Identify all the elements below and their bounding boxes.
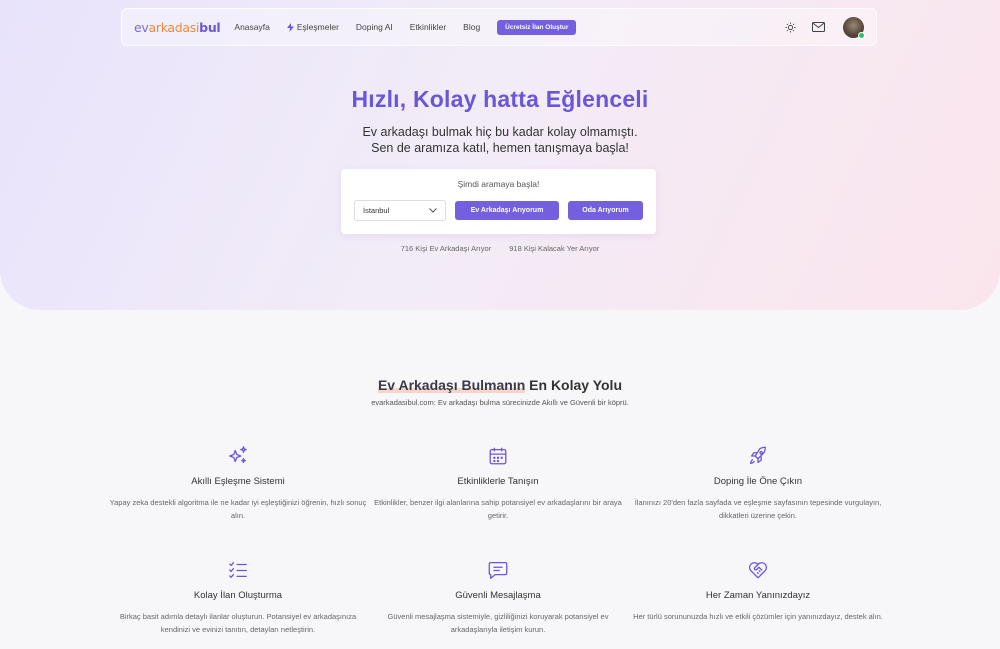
- feature-title: Kolay İlan Oluşturma: [193, 590, 283, 601]
- hero-subtitle: Ev arkadaşı bulmak hiç bu kadar kolay ol…: [0, 124, 1000, 156]
- search-room-button[interactable]: Oda Arıyorum: [568, 201, 643, 220]
- section-subtitle: evarkadasibul.com: Ev arkadaşı bulma sür…: [371, 398, 629, 407]
- message-icon: [368, 558, 628, 582]
- nav-item-label: Etkinlikler: [409, 22, 447, 32]
- online-status-dot: [858, 31, 865, 39]
- feature-desc: Etkinlikler, benzer ilgi alanlarına sahi…: [374, 498, 622, 520]
- feature-title: Doping İle Öne Çıkın: [713, 476, 803, 487]
- create-listing-button[interactable]: Ücretsiz İlan Oluştur: [497, 19, 577, 35]
- section-title: Ev Arkadaşı Bulmanın En Kolay Yolu: [0, 377, 1000, 393]
- section-title-highlight: Ev Arkadaşı Bulmanın: [377, 377, 526, 393]
- feature-card: Kolay İlan Oluşturma Birkaç basit adımla…: [108, 558, 368, 636]
- nav-item-label: Eşleşmeler: [296, 22, 339, 32]
- feature-desc: Her türlü sorununuzda hızlı ve etkili çö…: [633, 612, 883, 621]
- logo[interactable]: evarkadasibul: [134, 19, 221, 35]
- feature-card: Etkinliklerle Tanışın Etkinlikler, benze…: [368, 444, 628, 522]
- city-select-value: İstanbul: [363, 206, 390, 215]
- feature-card: Doping İle Öne Çıkın İlanınızı 20'den fa…: [628, 444, 888, 522]
- feature-desc: Güvenli mesajlaşma sistemiyle, gizliliği…: [387, 612, 609, 634]
- place-count: 918 Kişi Kalacak Yer Arıyor: [509, 244, 600, 253]
- rocket-icon: [628, 444, 888, 468]
- nav-item-blog[interactable]: Blog: [463, 22, 480, 32]
- heart-handshake-icon: [628, 558, 888, 582]
- nav-item-label: Blog: [463, 22, 481, 32]
- search-roommate-button[interactable]: Ev Arkadaşı Arıyorum: [455, 201, 559, 220]
- checklist-icon: [108, 558, 368, 582]
- sun-icon[interactable]: [785, 21, 796, 33]
- logo-part-ev: ev: [134, 19, 149, 35]
- feature-desc: Birkaç basit adımla detaylı ilanlar oluş…: [119, 612, 357, 634]
- logo-part-arkadasi: arkadasi: [148, 19, 200, 35]
- nav-item-eslesmeler[interactable]: Eşleşmeler: [286, 22, 339, 32]
- nav-item-etkinlikler[interactable]: Etkinlikler: [410, 22, 446, 32]
- chevron-down-icon: [429, 208, 437, 213]
- hero-subtitle-line2: Sen de aramıza katıl, hemen tanışmaya ba…: [371, 141, 629, 155]
- hero-title: Hızlı, Kolay hatta Eğlenceli: [351, 86, 649, 112]
- feature-desc: İlanınızı 20'den fazla sayfada ve eşleşm…: [634, 498, 882, 520]
- city-select[interactable]: İstanbul: [354, 200, 446, 221]
- logo-part-bul: bul: [199, 19, 221, 35]
- stats-row: 716 Kişi Ev Arkadaşı Arıyor 918 Kişi Kal…: [0, 244, 1000, 253]
- feature-desc: Yapay zeka destekli algoritma ile ne kad…: [109, 498, 367, 520]
- nav-item-doping-ai[interactable]: Doping AI: [356, 22, 393, 32]
- feature-title: Etkinliklerle Tanışın: [457, 476, 539, 487]
- avatar[interactable]: [843, 16, 865, 39]
- sparkles-icon: [108, 444, 368, 468]
- search-card: Şimdi aramaya başla! İstanbul Ev Arkadaş…: [341, 169, 656, 234]
- nav-item-anasayfa[interactable]: Anasayfa: [234, 22, 269, 32]
- calendar-icon: [368, 444, 628, 468]
- hero-subtitle-line1: Ev arkadaşı bulmak hiç bu kadar kolay ol…: [362, 125, 638, 139]
- feature-title: Her Zaman Yanınızdayız: [705, 590, 811, 601]
- feature-card: Güvenli Mesajlaşma Güvenli mesajlaşma si…: [368, 558, 628, 636]
- search-label: Şimdi aramaya başla!: [457, 179, 540, 189]
- feature-title: Güvenli Mesajlaşma: [455, 590, 541, 601]
- feature-card: Akıllı Eşleşme Sistemi Yapay zeka destek…: [108, 444, 368, 522]
- mail-icon[interactable]: [812, 22, 825, 32]
- feature-card: Her Zaman Yanınızdayız Her türlü sorunun…: [628, 558, 888, 624]
- section-title-rest: En Kolay Yolu: [525, 377, 623, 393]
- roommate-count: 716 Kişi Ev Arkadaşı Arıyor: [400, 244, 492, 253]
- navbar: evarkadasibul Anasayfa Eşleşmeler Doping…: [121, 8, 877, 46]
- nav-item-label: Doping AI: [355, 22, 393, 32]
- nav-right-group: [769, 16, 865, 39]
- bolt-icon: [286, 22, 294, 32]
- nav-item-label: Anasayfa: [234, 22, 270, 32]
- feature-title: Akıllı Eşleşme Sistemi: [191, 476, 285, 487]
